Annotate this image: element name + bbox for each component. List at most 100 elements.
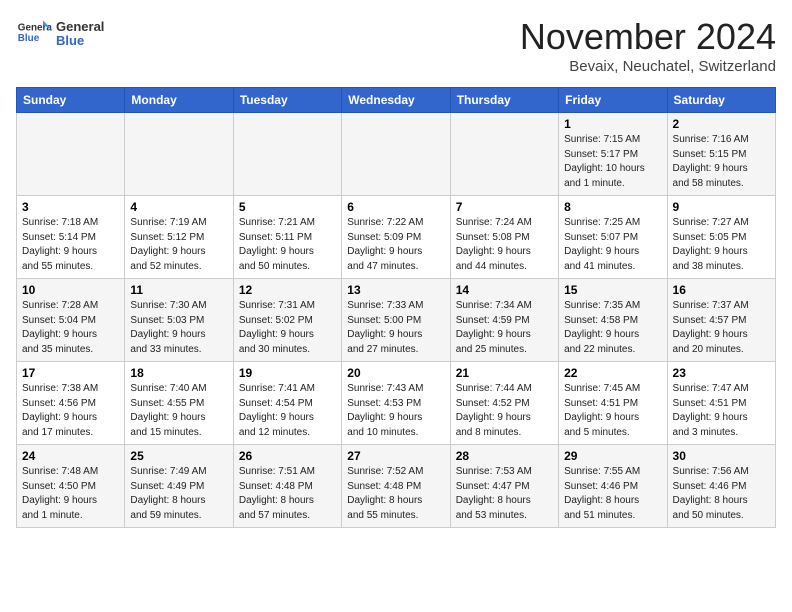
calendar-weekday-header: Thursday xyxy=(450,88,558,113)
svg-text:Blue: Blue xyxy=(18,33,40,44)
calendar-cell: 9Sunrise: 7:27 AM Sunset: 5:05 PM Daylig… xyxy=(667,196,775,279)
calendar-week-row: 24Sunrise: 7:48 AM Sunset: 4:50 PM Dayli… xyxy=(17,445,776,528)
day-info: Sunrise: 7:40 AM Sunset: 4:55 PM Dayligh… xyxy=(130,382,227,440)
calendar-weekday-header: Friday xyxy=(559,88,667,113)
day-number: 8 xyxy=(564,200,661,214)
day-info: Sunrise: 7:31 AM Sunset: 5:02 PM Dayligh… xyxy=(239,299,336,357)
calendar-cell: 18 Sunrise: 7:40 AM Sunset: 4:55 PM Dayli… xyxy=(125,362,233,445)
calendar-cell: 7Sunrise: 7:24 AM Sunset: 5:08 PM Daylig… xyxy=(450,196,558,279)
calendar-cell: 24Sunrise: 7:48 AM Sunset: 4:50 PM Dayli… xyxy=(17,445,125,528)
day-info: Sunrise: 7:33 AM Sunset: 5:00 PM Dayligh… xyxy=(347,299,444,357)
logo-icon: General Blue xyxy=(16,16,52,52)
calendar-cell: 28Sunrise: 7:53 AM Sunset: 4:47 PM Dayli… xyxy=(450,445,558,528)
logo-line2: Blue xyxy=(56,34,104,48)
day-info: Sunrise: 7:44 AM Sunset: 4:52 PM Dayligh… xyxy=(456,382,553,440)
calendar-cell: 8Sunrise: 7:25 AM Sunset: 5:07 PM Daylig… xyxy=(559,196,667,279)
calendar-header-row: SundayMondayTuesdayWednesdayThursdayFrid… xyxy=(17,88,776,113)
location: Bevaix, Neuchatel, Switzerland xyxy=(520,58,776,75)
calendar-cell xyxy=(17,113,125,196)
day-number: 29 xyxy=(564,449,661,463)
calendar-weekday-header: Sunday xyxy=(17,88,125,113)
day-number: 26 xyxy=(239,449,336,463)
day-number: 19 xyxy=(239,366,336,380)
calendar-weekday-header: Tuesday xyxy=(233,88,341,113)
day-info: Sunrise: 7:16 AM Sunset: 5:15 PM Dayligh… xyxy=(673,133,770,191)
calendar-cell xyxy=(233,113,341,196)
day-number: 9 xyxy=(673,200,770,214)
calendar-cell: 4 Sunrise: 7:19 AM Sunset: 5:12 PM Daylig… xyxy=(125,196,233,279)
calendar-cell: 14 Sunrise: 7:34 AM Sunset: 4:59 PM Dayli… xyxy=(450,279,558,362)
calendar-week-row: 1 Sunrise: 7:15 AM Sunset: 5:17 PM Daylig… xyxy=(17,113,776,196)
day-number: 20 xyxy=(347,366,444,380)
day-info: Sunrise: 7:19 AM Sunset: 5:12 PM Dayligh… xyxy=(130,216,227,274)
day-info: Sunrise: 7:34 AM Sunset: 4:59 PM Dayligh… xyxy=(456,299,553,357)
calendar-cell: 21 Sunrise: 7:44 AM Sunset: 4:52 PM Dayli… xyxy=(450,362,558,445)
svg-text:General: General xyxy=(18,22,52,33)
day-number: 15 xyxy=(564,283,661,297)
day-info: Sunrise: 7:47 AM Sunset: 4:51 PM Dayligh… xyxy=(673,382,770,440)
calendar-cell: 22 Sunrise: 7:45 AM Sunset: 4:51 PM Dayli… xyxy=(559,362,667,445)
calendar-week-row: 10 Sunrise: 7:28 AM Sunset: 5:04 PM Dayli… xyxy=(17,279,776,362)
calendar-cell: 17 Sunrise: 7:38 AM Sunset: 4:56 PM Dayli… xyxy=(17,362,125,445)
day-info: Sunrise: 7:48 AM Sunset: 4:50 PM Dayligh… xyxy=(22,465,119,523)
day-number: 14 xyxy=(456,283,553,297)
calendar-cell: 3 Sunrise: 7:18 AM Sunset: 5:14 PM Daylig… xyxy=(17,196,125,279)
logo-line1: General xyxy=(56,20,104,34)
day-info: Sunrise: 7:21 AM Sunset: 5:11 PM Dayligh… xyxy=(239,216,336,274)
calendar-cell: 29Sunrise: 7:55 AM Sunset: 4:46 PM Dayli… xyxy=(559,445,667,528)
title-area: November 2024 Bevaix, Neuchatel, Switzer… xyxy=(520,16,776,75)
day-info: Sunrise: 7:56 AM Sunset: 4:46 PM Dayligh… xyxy=(673,465,770,523)
day-number: 28 xyxy=(456,449,553,463)
logo: General Blue General Blue xyxy=(16,16,104,52)
day-info: Sunrise: 7:43 AM Sunset: 4:53 PM Dayligh… xyxy=(347,382,444,440)
calendar-week-row: 17 Sunrise: 7:38 AM Sunset: 4:56 PM Dayli… xyxy=(17,362,776,445)
day-number: 13 xyxy=(347,283,444,297)
day-number: 6 xyxy=(347,200,444,214)
calendar-cell xyxy=(450,113,558,196)
day-number: 16 xyxy=(673,283,770,297)
calendar-cell xyxy=(342,113,450,196)
day-number: 27 xyxy=(347,449,444,463)
day-info: Sunrise: 7:35 AM Sunset: 4:58 PM Dayligh… xyxy=(564,299,661,357)
day-number: 22 xyxy=(564,366,661,380)
calendar-cell: 30 Sunrise: 7:56 AM Sunset: 4:46 PM Dayli… xyxy=(667,445,775,528)
calendar-cell: 26 Sunrise: 7:51 AM Sunset: 4:48 PM Dayli… xyxy=(233,445,341,528)
calendar-weekday-header: Monday xyxy=(125,88,233,113)
calendar-week-row: 3 Sunrise: 7:18 AM Sunset: 5:14 PM Daylig… xyxy=(17,196,776,279)
calendar-cell: 10 Sunrise: 7:28 AM Sunset: 5:04 PM Dayli… xyxy=(17,279,125,362)
day-info: Sunrise: 7:37 AM Sunset: 4:57 PM Dayligh… xyxy=(673,299,770,357)
calendar-cell: 1 Sunrise: 7:15 AM Sunset: 5:17 PM Daylig… xyxy=(559,113,667,196)
calendar-cell: 6 Sunrise: 7:22 AM Sunset: 5:09 PM Daylig… xyxy=(342,196,450,279)
day-number: 10 xyxy=(22,283,119,297)
day-number: 17 xyxy=(22,366,119,380)
calendar-cell: 13 Sunrise: 7:33 AM Sunset: 5:00 PM Dayli… xyxy=(342,279,450,362)
day-number: 11 xyxy=(130,283,227,297)
day-info: Sunrise: 7:24 AM Sunset: 5:08 PM Dayligh… xyxy=(456,216,553,274)
calendar-weekday-header: Wednesday xyxy=(342,88,450,113)
day-info: Sunrise: 7:51 AM Sunset: 4:48 PM Dayligh… xyxy=(239,465,336,523)
calendar-cell xyxy=(125,113,233,196)
day-info: Sunrise: 7:28 AM Sunset: 5:04 PM Dayligh… xyxy=(22,299,119,357)
calendar-cell: 25Sunrise: 7:49 AM Sunset: 4:49 PM Dayli… xyxy=(125,445,233,528)
day-number: 1 xyxy=(564,117,661,131)
day-number: 12 xyxy=(239,283,336,297)
day-info: Sunrise: 7:45 AM Sunset: 4:51 PM Dayligh… xyxy=(564,382,661,440)
day-number: 4 xyxy=(130,200,227,214)
day-info: Sunrise: 7:38 AM Sunset: 4:56 PM Dayligh… xyxy=(22,382,119,440)
day-number: 18 xyxy=(130,366,227,380)
month-title: November 2024 xyxy=(520,16,776,58)
day-info: Sunrise: 7:22 AM Sunset: 5:09 PM Dayligh… xyxy=(347,216,444,274)
calendar-cell: 12 Sunrise: 7:31 AM Sunset: 5:02 PM Dayli… xyxy=(233,279,341,362)
calendar-weekday-header: Saturday xyxy=(667,88,775,113)
calendar-cell: 23Sunrise: 7:47 AM Sunset: 4:51 PM Dayli… xyxy=(667,362,775,445)
day-number: 5 xyxy=(239,200,336,214)
day-number: 3 xyxy=(22,200,119,214)
day-number: 25 xyxy=(130,449,227,463)
logo-text: General Blue xyxy=(56,20,104,49)
calendar-cell: 20 Sunrise: 7:43 AM Sunset: 4:53 PM Dayli… xyxy=(342,362,450,445)
day-number: 21 xyxy=(456,366,553,380)
day-number: 30 xyxy=(673,449,770,463)
day-info: Sunrise: 7:18 AM Sunset: 5:14 PM Dayligh… xyxy=(22,216,119,274)
day-info: Sunrise: 7:15 AM Sunset: 5:17 PM Dayligh… xyxy=(564,133,661,191)
page-header: General Blue General Blue November 2024 … xyxy=(16,16,776,75)
